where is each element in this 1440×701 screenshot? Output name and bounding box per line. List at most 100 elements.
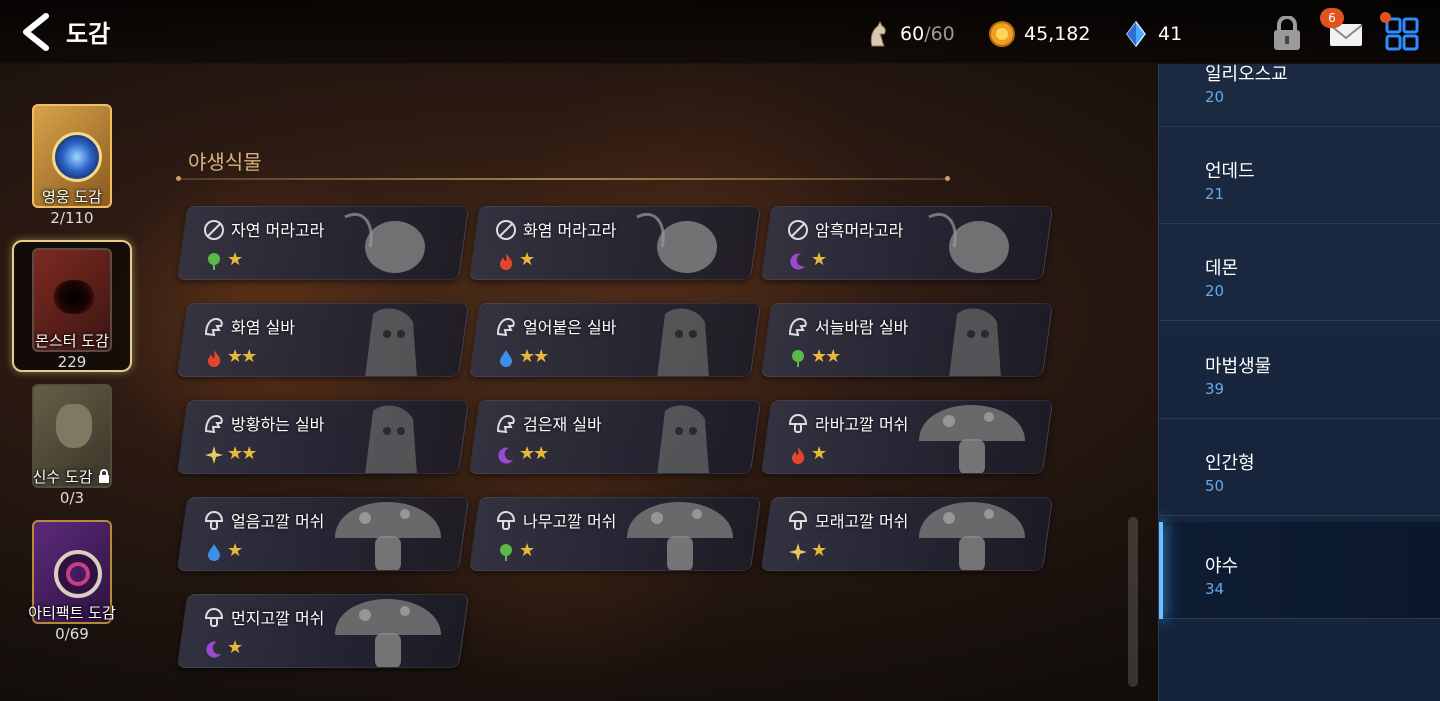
category-name: 일리오스교 (1205, 64, 1288, 85)
star-icon: ★ (519, 443, 534, 464)
category-item[interactable]: 일리오스교 20 (1159, 64, 1440, 127)
monster-card-content: 검은재 실바 ★★ (475, 401, 755, 474)
monster-card[interactable]: 모래고깔 머쉬 ★ (760, 497, 1054, 571)
silva-icon (496, 414, 515, 434)
star-rating: ★ (227, 540, 241, 561)
category-item[interactable]: 데몬 20 (1159, 224, 1440, 321)
monster-card[interactable]: 화염 머라고라 ★ (468, 206, 762, 280)
gem-crystal-icon (1126, 20, 1146, 48)
star-icon: ★ (227, 443, 242, 464)
monster-card[interactable]: 방황하는 실바 ★★ (176, 400, 470, 474)
monster-card-content: 얼음고깔 머쉬 ★ (183, 498, 463, 571)
monster-portrait-icon (335, 502, 441, 571)
star-rating: ★★ (227, 443, 255, 464)
monster-card[interactable]: 암흑머라고라 ★ (760, 206, 1054, 280)
artifact-collection-book[interactable]: 아티팩트 도감 0/69 (12, 520, 132, 643)
book-count: 229 (57, 353, 87, 371)
star-icon: ★ (227, 346, 242, 367)
monster-name: 화염 실바 (231, 318, 295, 337)
lock-icon (99, 469, 110, 483)
dark-element-icon (790, 253, 805, 270)
star-rating: ★ (519, 249, 534, 270)
star-icon: ★ (811, 540, 826, 561)
silva-icon (496, 317, 515, 337)
monster-card[interactable]: 라바고깔 머쉬 ★ (760, 400, 1054, 474)
lock-icon[interactable] (1268, 16, 1306, 52)
mush-icon (788, 510, 808, 530)
category-count: 21 (1205, 185, 1225, 203)
water-element-icon (500, 350, 512, 367)
monster-portrait-icon (949, 308, 1001, 377)
monster-card[interactable]: 얼어붙은 실바 ★★ (468, 303, 762, 377)
monster-card-content: 나무고깔 머쉬 ★ (475, 498, 755, 571)
book-count: 0/69 (55, 625, 89, 643)
water-element-icon (208, 544, 220, 561)
monster-card[interactable]: 검은재 실바 ★★ (468, 400, 762, 474)
nature-element-icon (208, 253, 220, 270)
mush-icon (204, 510, 224, 530)
category-item[interactable]: 마법생물 39 (1159, 322, 1440, 419)
dark-element-icon (206, 641, 221, 658)
mandragora-icon (788, 220, 808, 240)
monster-card[interactable]: 나무고깔 머쉬 ★ (468, 497, 762, 571)
light-element-icon (789, 543, 807, 561)
stamina-current: 60 (900, 23, 925, 45)
monster-card-content: 모래고깔 머쉬 ★ (767, 498, 1047, 571)
monster-name: 방황하는 실바 (231, 415, 325, 434)
category-item-active[interactable]: 야수 34 (1159, 522, 1440, 619)
sacred-beast-collection-book[interactable]: 신수 도감 0/3 (12, 384, 132, 507)
category-count: 39 (1205, 380, 1225, 398)
section-title: 야생식물 (188, 150, 262, 174)
section-divider (176, 176, 950, 181)
scrollbar[interactable] (1128, 517, 1138, 687)
monster-portrait-icon (636, 212, 717, 273)
monster-card[interactable]: 얼음고깔 머쉬 ★ (176, 497, 470, 571)
light-element-icon (205, 446, 223, 464)
monster-name: 얼어붙은 실바 (523, 318, 617, 337)
star-icon: ★ (519, 540, 534, 561)
monster-portrait-icon (919, 502, 1025, 571)
mush-icon (496, 510, 516, 530)
monster-portrait-icon (919, 405, 1025, 474)
gold-amount: 45,182 (1024, 23, 1091, 45)
book-label: 영웅 도감 (42, 188, 102, 206)
monster-portrait-icon (928, 212, 1009, 273)
star-rating: ★ (811, 249, 826, 270)
star-rating: ★ (811, 443, 826, 464)
monster-name: 화염 머라고라 (523, 221, 617, 240)
category-name: 마법생물 (1205, 356, 1272, 377)
star-icon: ★ (811, 249, 826, 270)
star-icon: ★ (519, 346, 534, 367)
monster-portrait-icon (344, 212, 425, 273)
book-label-text: 신수 도감 (32, 468, 93, 486)
monster-card[interactable]: 먼지고깔 머쉬 ★ (176, 594, 470, 668)
gem-counter: 41 (1122, 18, 1182, 50)
monster-collection-book[interactable]: 몬스터 도감 229 (12, 240, 132, 372)
category-count: 20 (1205, 282, 1225, 300)
monster-name: 먼지고깔 머쉬 (231, 609, 325, 628)
back-arrow-icon[interactable] (18, 12, 54, 52)
category-name: 인간형 (1205, 453, 1255, 474)
star-rating: ★★ (519, 443, 547, 464)
star-icon: ★ (811, 443, 826, 464)
mush-icon (204, 607, 224, 627)
monster-name: 라바고깔 머쉬 (815, 415, 909, 434)
star-icon: ★ (241, 346, 256, 367)
stamina-max: /60 (924, 23, 955, 45)
monster-card[interactable]: 화염 실바 ★★ (176, 303, 470, 377)
monster-card[interactable]: 자연 머라고라 ★ (176, 206, 470, 280)
monster-card[interactable]: 서늘바람 실바 ★★ (760, 303, 1054, 377)
category-item[interactable]: 언데드 21 (1159, 127, 1440, 224)
fire-element-icon (792, 447, 805, 464)
hero-collection-book[interactable]: 영웅 도감 2/110 (12, 104, 132, 227)
category-item[interactable]: 인간형 50 (1159, 419, 1440, 516)
monster-card-content: 서늘바람 실바 ★★ (767, 304, 1047, 377)
mandragora-icon (204, 220, 224, 240)
category-name: 언데드 (1205, 161, 1255, 182)
nature-element-icon (500, 544, 512, 561)
star-icon: ★ (519, 249, 534, 270)
star-icon: ★ (227, 249, 242, 270)
monster-name: 모래고깔 머쉬 (815, 512, 909, 531)
star-rating: ★ (811, 540, 826, 561)
grid-menu-icon[interactable] (1384, 16, 1420, 52)
